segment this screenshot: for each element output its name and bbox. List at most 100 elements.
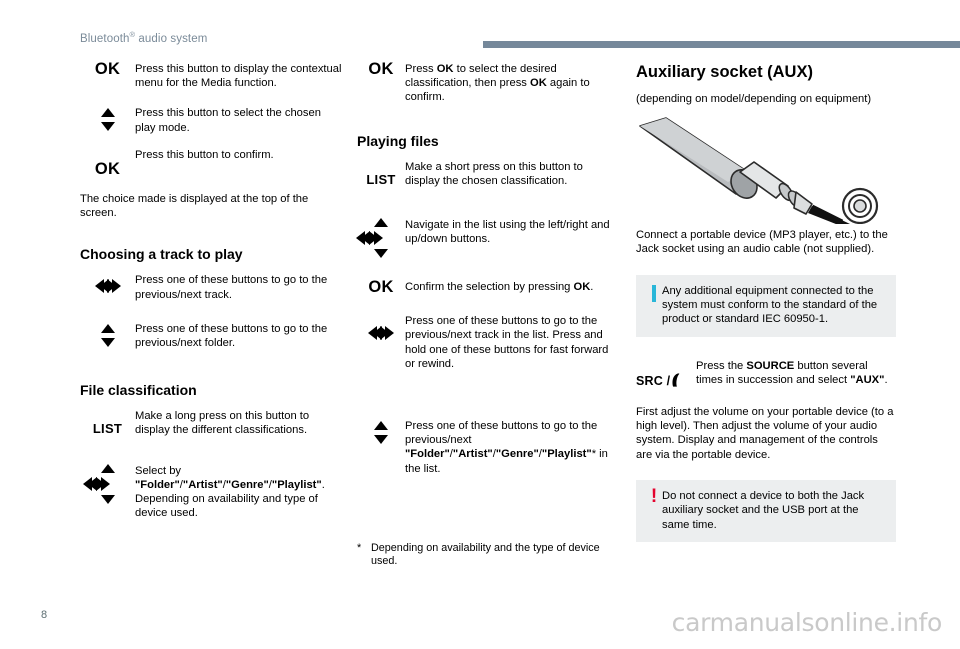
ok-emphasis: OK (573, 281, 591, 294)
option-genre: "Genre" (495, 448, 539, 461)
heading-choosing-track: Choosing a track to play (80, 246, 243, 263)
fast-forward-icon (106, 279, 121, 294)
instruction-text: Press this button to select the chosen p… (135, 107, 321, 134)
instruction-text: Make a short press on this button to dis… (405, 160, 583, 187)
header-title: Bluetooth® audio system (80, 31, 208, 45)
tail: . (321, 478, 325, 491)
arrow-left-icon (82, 476, 97, 491)
header-rule (483, 41, 960, 48)
src-phone-icon: SRC / (636, 359, 696, 389)
heading-playing-files: Playing files (357, 132, 439, 149)
choice-paragraph: The choice made is displayed at the top … (80, 193, 309, 220)
fast-forward-icon (380, 326, 394, 341)
instruction-row: OK Press this button to confirm. (80, 148, 344, 178)
text-part: Press the (696, 359, 747, 372)
instruction-text: Press this button to confirm. (135, 148, 274, 161)
phone-handset-icon (672, 373, 680, 387)
watermark: carmanualsonline.info (671, 608, 943, 637)
arrow-up-icon (374, 421, 388, 431)
ok-label: OK (368, 278, 394, 297)
instruction-row: OK Press OK to select the desired classi… (357, 61, 615, 105)
select-note: Depending on availability and type of de… (135, 493, 318, 520)
src-text: SRC / (636, 373, 671, 388)
select-by-text: Select by "Folder"/"Artist"/"Genre"/"Pla… (135, 464, 344, 521)
instruction-text: Confirm the selection by pressing OK. (405, 280, 615, 294)
tail: . (884, 374, 888, 387)
arrow-up-icon (100, 108, 115, 118)
ok-button-glyph: OK (357, 61, 405, 78)
instruction-text: Press one of these buttons to go to the … (405, 315, 609, 370)
volume-paragraph: First adjust the volume on your portable… (636, 406, 894, 461)
instruction-row: Press one of these buttons to go to the … (357, 314, 615, 371)
instruction-text: Make a long press on this button to disp… (135, 410, 310, 437)
prev-next-arrows-glyph (357, 314, 405, 341)
list-button-glyph: LIST (357, 160, 405, 188)
option-artist: "Artist" (452, 448, 493, 461)
jack-illustration-svg (639, 117, 879, 229)
arrow-up-icon (100, 463, 115, 473)
dpad-arrows-glyph (356, 218, 405, 259)
auxiliary-subtitle: (depending on model/depending on equipme… (636, 93, 872, 105)
arrow-down-icon (100, 494, 115, 504)
instruction-row: Press this button to select the chosen p… (80, 106, 344, 134)
ok-button-glyph: OK (80, 148, 135, 178)
instruction-text: Navigate in the list using the left/righ… (405, 219, 610, 246)
prev-next-arrows-glyph (80, 273, 135, 294)
arrow-down-icon (100, 337, 115, 347)
option-playlist: "Playlist" (541, 448, 592, 461)
option-folder: "Folder" (135, 478, 180, 491)
instruction-text: Press one of these buttons to go to the … (405, 419, 615, 476)
page-number: 8 (41, 609, 48, 621)
instruction-row: OK Press this button to display the cont… (80, 60, 344, 90)
text-part: Press (405, 63, 437, 75)
text-part: Press one of these buttons to go to the … (405, 420, 598, 447)
page-header: Bluetooth® audio system (0, 0, 960, 52)
instruction-row: OK Confirm the selection by pressing OK. (357, 278, 615, 297)
instruction-row: Press one of these buttons to go to the … (80, 273, 344, 301)
text-part: . (590, 281, 594, 294)
column-three: Auxiliary socket (AUX) (depending on mod… (636, 62, 896, 543)
up-down-arrows-glyph (357, 419, 405, 445)
exclamation-icon: ! (650, 485, 658, 507)
instruction-row: LIST Make a long press on this button to… (80, 409, 344, 437)
instruction-text: Press one of these buttons to go to the … (135, 274, 328, 301)
heading-file-classification: File classification (80, 382, 197, 399)
ok-button-glyph: OK (357, 278, 405, 297)
up-down-arrows-glyph (80, 106, 135, 132)
info-callout: Any additional equipment connected to th… (636, 274, 896, 337)
option-folder: "Folder" (405, 448, 450, 461)
warning-callout: ! Do not connect a device to both the Ja… (636, 479, 896, 543)
ok-label: OK (94, 60, 121, 78)
option-artist: "Artist" (182, 478, 223, 491)
arrow-up-icon (100, 323, 115, 333)
warning-callout-text: Do not connect a device to both the Jack… (662, 489, 865, 531)
up-down-arrows-glyph (80, 322, 135, 347)
arrow-down-icon (374, 249, 388, 259)
instruction-row: Press one of these buttons to go to the … (80, 322, 344, 350)
instruction-text: Press this button to display the context… (135, 63, 342, 90)
jack-plug-and-socket-illustration (636, 114, 896, 229)
source-emphasis: SOURCE (746, 359, 795, 372)
footnote-marker: * (357, 541, 362, 554)
connect-device-paragraph: Connect a portable device (MP3 player, e… (636, 229, 888, 256)
list-label: LIST (92, 421, 123, 437)
select-by-row: Select by "Folder"/"Artist"/"Genre"/"Pla… (80, 463, 344, 521)
instruction-row: Navigate in the list using the left/righ… (356, 218, 615, 259)
ok-label: OK (94, 159, 121, 178)
instruction-row: LIST Make a short press on this button t… (357, 160, 615, 188)
source-instruction-text: Press the SOURCE button several times in… (696, 359, 896, 387)
header-title-main: Bluetooth (80, 33, 130, 45)
ok-emphasis: OK (436, 63, 454, 75)
instruction-row: Press one of these buttons to go to the … (357, 419, 615, 476)
column-one: OK Press this button to display the cont… (80, 60, 344, 521)
select-lead: Select by (135, 464, 182, 477)
arrow-right-icon (369, 231, 383, 246)
header-title-rest: audio system (135, 33, 208, 45)
ok-button-glyph: OK (80, 60, 135, 78)
rewind-icon (94, 279, 109, 294)
footnote: * Depending on availability and the type… (357, 542, 615, 569)
arrow-up-icon (374, 218, 388, 228)
info-bar-icon (646, 284, 662, 306)
option-playlist: "Playlist" (271, 478, 322, 491)
source-button-row: SRC / Press the SOURCE button several ti… (636, 359, 896, 389)
